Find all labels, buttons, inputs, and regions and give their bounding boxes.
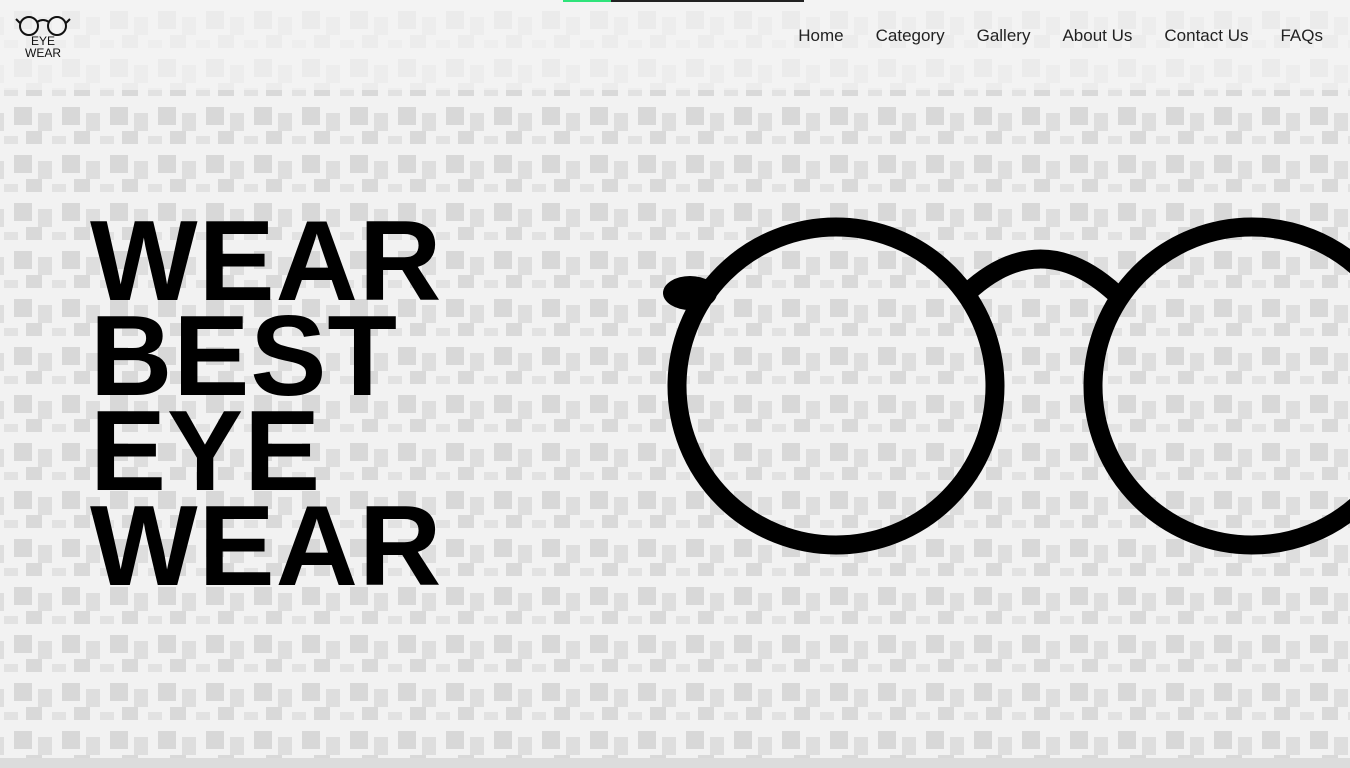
nav-gallery[interactable]: Gallery (977, 25, 1031, 47)
scroll-progress-bar (563, 0, 804, 2)
logo-text: EYE WEAR (14, 35, 72, 59)
bottom-strip (0, 758, 1350, 768)
round-glasses-icon (663, 217, 1350, 555)
nav-about-us[interactable]: About Us (1062, 25, 1132, 47)
nav-category[interactable]: Category (876, 25, 945, 47)
site-logo[interactable]: EYE WEAR (14, 12, 72, 62)
nav-faqs[interactable]: FAQs (1280, 25, 1323, 47)
main-navigation: Home Category Gallery About Us Contact U… (798, 25, 1323, 47)
hero-line-4: WEAR (90, 483, 443, 610)
scroll-progress-fill (563, 0, 612, 2)
hero-title: WEAR BEST EYE WEAR (90, 205, 443, 610)
logo-line-2: WEAR (25, 46, 61, 60)
nav-contact-us[interactable]: Contact Us (1164, 25, 1248, 47)
nav-home[interactable]: Home (798, 25, 843, 47)
